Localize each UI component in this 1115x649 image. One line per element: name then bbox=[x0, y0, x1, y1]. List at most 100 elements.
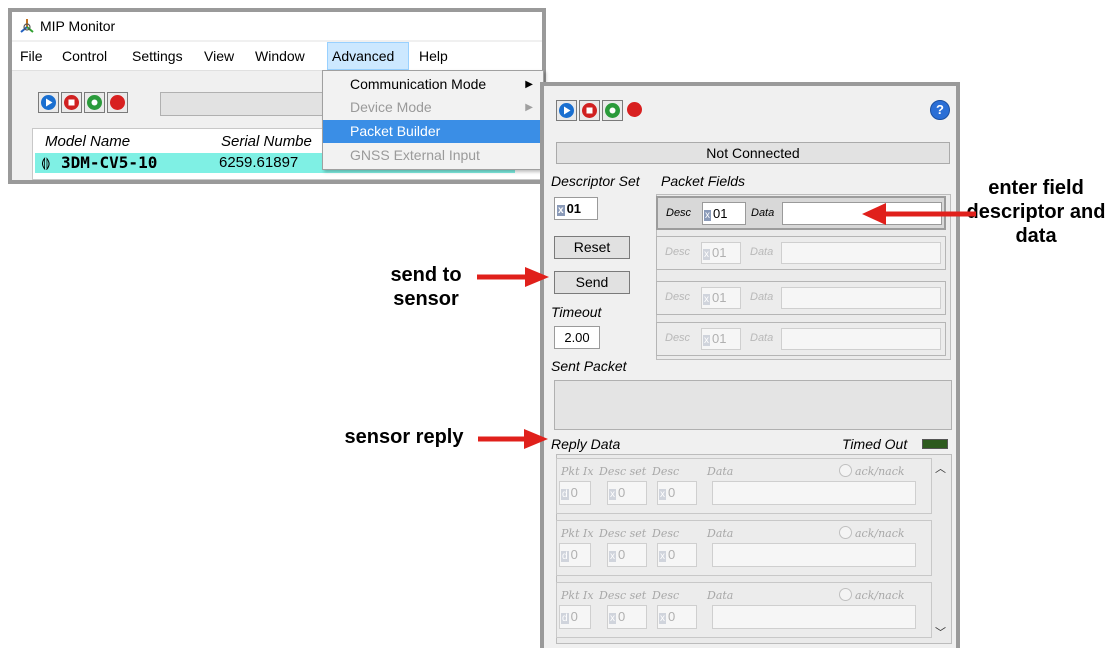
sensor-icon: ⟬⟭ bbox=[41, 155, 51, 170]
descriptor-set-label: Descriptor Set bbox=[551, 173, 640, 189]
desc-value: 0 bbox=[668, 609, 676, 624]
desc-label: Desc bbox=[652, 589, 680, 602]
dec-prefix: d bbox=[561, 551, 569, 562]
pkt-ix-label: Pkt Ix bbox=[561, 465, 594, 478]
desc-set-label: Desc set bbox=[599, 465, 647, 478]
hex-prefix: x bbox=[659, 551, 666, 562]
app-logo-icon bbox=[18, 17, 36, 40]
desc-set-value: 0 bbox=[618, 547, 626, 562]
menu-item-communication-mode[interactable]: Communication Mode ▶ bbox=[323, 73, 543, 96]
timeout-label: Timeout bbox=[551, 304, 602, 320]
ack-nack-radio[interactable] bbox=[839, 526, 852, 539]
record-icon bbox=[605, 103, 620, 118]
menu-view[interactable]: View bbox=[204, 48, 234, 64]
data-input[interactable] bbox=[781, 328, 941, 350]
arrow-send-icon bbox=[477, 267, 549, 287]
menu-window[interactable]: Window bbox=[255, 48, 305, 64]
column-header-serial[interactable]: Serial Numbe bbox=[221, 133, 312, 150]
pkt-ix-value: 0 bbox=[570, 485, 578, 500]
packet-field-row: Desc x 01 Data bbox=[656, 322, 946, 356]
dec-prefix: d bbox=[561, 489, 569, 500]
pkt-ix-input[interactable]: d0 bbox=[559, 481, 591, 505]
pb-record-button[interactable] bbox=[602, 100, 623, 121]
pb-play-button[interactable] bbox=[556, 100, 577, 121]
scroll-down-icon[interactable]: ﹀ bbox=[935, 624, 946, 640]
title-bar: MIP Monitor bbox=[12, 12, 542, 40]
desc-input[interactable]: x 01 bbox=[702, 202, 746, 225]
data-label: Data bbox=[707, 465, 734, 478]
desc-value: 01 bbox=[712, 290, 727, 305]
menu-bar: File Control Settings View Window Advanc… bbox=[12, 42, 542, 71]
pkt-ix-input[interactable]: d0 bbox=[559, 605, 591, 629]
menu-item-device-mode[interactable]: Device Mode ▶ bbox=[323, 96, 543, 119]
ack-nack-label: ack/nack bbox=[855, 589, 905, 602]
record-red-icon bbox=[627, 102, 642, 117]
help-icon[interactable]: ? bbox=[930, 100, 950, 120]
reply-data-input[interactable] bbox=[712, 605, 916, 629]
pkt-ix-input[interactable]: d0 bbox=[559, 543, 591, 567]
desc-label: Desc bbox=[652, 527, 680, 540]
pb-record-red-button[interactable] bbox=[625, 100, 646, 121]
desc-input[interactable]: x0 bbox=[657, 543, 697, 567]
menu-settings[interactable]: Settings bbox=[132, 48, 183, 64]
menu-advanced[interactable]: Advanced bbox=[332, 48, 394, 64]
reply-data-input[interactable] bbox=[712, 481, 916, 505]
dec-prefix: d bbox=[561, 613, 569, 624]
data-label: Data bbox=[707, 527, 734, 540]
desc-label: Desc bbox=[666, 207, 692, 219]
ack-nack-radio[interactable] bbox=[839, 464, 852, 477]
record-button[interactable] bbox=[84, 92, 105, 113]
send-button[interactable]: Send bbox=[554, 271, 630, 294]
reset-button[interactable]: Reset bbox=[554, 236, 630, 259]
advanced-dropdown-menu: Communication Mode ▶ Device Mode ▶ Packe… bbox=[322, 70, 544, 170]
desc-input[interactable]: x0 bbox=[657, 605, 697, 629]
desc-value: 01 bbox=[712, 245, 727, 260]
reply-data-row: Pkt Ix Desc set Desc Data ack/nack d0 x0… bbox=[556, 520, 932, 576]
pkt-ix-value: 0 bbox=[570, 609, 578, 624]
desc-set-value: 0 bbox=[618, 485, 626, 500]
arrow-enter-field-icon bbox=[862, 203, 976, 225]
column-header-model[interactable]: Model Name bbox=[45, 133, 130, 150]
pb-stop-button[interactable] bbox=[579, 100, 600, 121]
timeout-input[interactable]: 2.00 bbox=[554, 326, 600, 349]
scroll-up-icon[interactable]: ︿ bbox=[935, 460, 946, 476]
data-label: Data bbox=[707, 589, 734, 602]
pkt-ix-value: 0 bbox=[570, 547, 578, 562]
desc-input[interactable]: x 01 bbox=[701, 287, 741, 309]
hex-prefix: x bbox=[659, 613, 666, 624]
desc-set-input[interactable]: x0 bbox=[607, 605, 647, 629]
menu-item-packet-builder[interactable]: Packet Builder bbox=[323, 120, 543, 143]
desc-set-input[interactable]: x0 bbox=[607, 543, 647, 567]
descriptor-set-value: 01 bbox=[566, 201, 582, 216]
data-input[interactable] bbox=[781, 287, 941, 309]
reply-data-input[interactable] bbox=[712, 543, 916, 567]
desc-set-label: Desc set bbox=[599, 527, 647, 540]
submenu-arrow-icon: ▶ bbox=[525, 102, 533, 113]
packet-field-row: Desc x 01 Data bbox=[656, 236, 946, 270]
hex-prefix: x bbox=[609, 489, 616, 500]
packet-field-row: Desc x 01 Data bbox=[656, 281, 946, 315]
menu-help[interactable]: Help bbox=[419, 48, 448, 64]
menu-file[interactable]: File bbox=[20, 48, 43, 64]
arrow-reply-icon bbox=[478, 429, 548, 449]
desc-input[interactable]: x 01 bbox=[701, 328, 741, 350]
packet-fields-label: Packet Fields bbox=[661, 173, 746, 189]
sent-packet-display bbox=[554, 380, 952, 430]
desc-input[interactable]: x 01 bbox=[701, 242, 741, 264]
menu-control[interactable]: Control bbox=[62, 48, 107, 64]
play-button[interactable] bbox=[38, 92, 59, 113]
descriptor-set-input[interactable]: x 01 bbox=[554, 197, 598, 220]
desc-input[interactable]: x0 bbox=[657, 481, 697, 505]
pkt-ix-label: Pkt Ix bbox=[561, 527, 594, 540]
ack-nack-radio[interactable] bbox=[839, 588, 852, 601]
menu-item-label: GNSS External Input bbox=[350, 147, 480, 163]
data-input[interactable] bbox=[781, 242, 941, 264]
stop-button[interactable] bbox=[61, 92, 82, 113]
submenu-arrow-icon: ▶ bbox=[525, 79, 533, 90]
record-red-button[interactable] bbox=[107, 92, 128, 113]
data-label: Data bbox=[750, 246, 774, 258]
menu-item-gnss-external-input[interactable]: GNSS External Input bbox=[323, 144, 543, 167]
reply-scrollbar[interactable]: ︿ ﹀ bbox=[932, 458, 950, 642]
hex-prefix: x bbox=[609, 613, 616, 624]
desc-set-input[interactable]: x0 bbox=[607, 481, 647, 505]
